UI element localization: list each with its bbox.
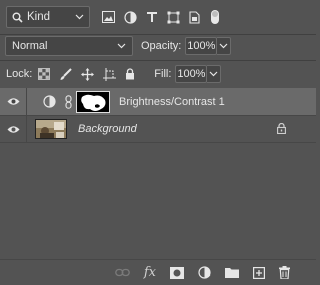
brightness-contrast-icon[interactable] (43, 95, 59, 108)
smart-object-filter-icon[interactable] (189, 10, 200, 24)
background-thumbnail[interactable] (35, 119, 67, 139)
fill-field[interactable]: 100% (175, 65, 208, 83)
lock-transparent-pixels-icon[interactable] (38, 68, 51, 80)
visibility-toggle[interactable] (0, 97, 26, 106)
search-icon (12, 12, 23, 23)
filter-kind-select[interactable]: Kind (6, 6, 90, 28)
layer-row-brightness-contrast[interactable]: Brightness/Contrast 1 (0, 88, 316, 116)
eye-icon (7, 125, 20, 134)
lock-label: Lock: (6, 68, 33, 80)
filter-kind-label: Kind (27, 11, 51, 23)
filter-toggle[interactable] (211, 10, 219, 24)
layer-name[interactable]: Brightness/Contrast 1 (119, 96, 225, 108)
chevron-down-icon (209, 71, 218, 77)
layer-mask-thumbnail[interactable] (76, 90, 110, 113)
lock-position-icon[interactable] (81, 67, 95, 81)
opacity-label: Opacity: (141, 40, 182, 52)
layer-row-background[interactable]: Background (0, 116, 316, 143)
new-layer-icon[interactable] (253, 266, 265, 279)
layer-filter-bar: Kind (0, 0, 316, 34)
lock-image-pixels-icon[interactable] (59, 67, 73, 81)
layers-bottom-bar: fx (0, 259, 316, 285)
layers-list: Brightness/Contrast 1 Background (0, 88, 316, 143)
divider (26, 116, 27, 142)
chevron-down-icon (219, 43, 228, 49)
fx-icon[interactable]: fx (144, 265, 156, 280)
blend-row: Normal Opacity: 100% (0, 35, 316, 57)
layer-name[interactable]: Background (78, 123, 137, 135)
eye-icon (7, 97, 20, 106)
opacity-dropdown[interactable] (217, 37, 232, 55)
new-adjustment-icon[interactable] (198, 266, 211, 279)
new-group-icon[interactable] (225, 267, 239, 278)
blend-mode-select[interactable]: Normal (5, 36, 133, 56)
opacity-field[interactable]: 100% (185, 37, 218, 55)
divider (26, 88, 27, 115)
add-mask-icon[interactable] (170, 266, 184, 279)
chevron-down-icon (117, 43, 126, 49)
type-filter-icon[interactable] (146, 11, 158, 23)
link-layers-icon[interactable] (114, 268, 130, 277)
visibility-toggle[interactable] (0, 125, 26, 134)
chevron-down-icon (75, 14, 84, 20)
delete-layer-icon[interactable] (279, 266, 290, 279)
lock-artboard-icon[interactable] (103, 67, 117, 81)
blend-mode-label: Normal (12, 40, 48, 52)
mask-link-icon[interactable] (65, 94, 72, 109)
image-filter-icon[interactable] (102, 11, 115, 23)
adjustment-filter-icon[interactable] (124, 10, 137, 24)
fill-dropdown[interactable] (207, 65, 222, 83)
shape-filter-icon[interactable] (167, 11, 180, 24)
lock-icon[interactable] (277, 123, 286, 134)
lock-all-icon[interactable] (125, 68, 135, 80)
divider (0, 60, 316, 61)
lock-row: Lock: Fill: 100% (0, 63, 316, 85)
fill-label: Fill: (154, 68, 172, 80)
